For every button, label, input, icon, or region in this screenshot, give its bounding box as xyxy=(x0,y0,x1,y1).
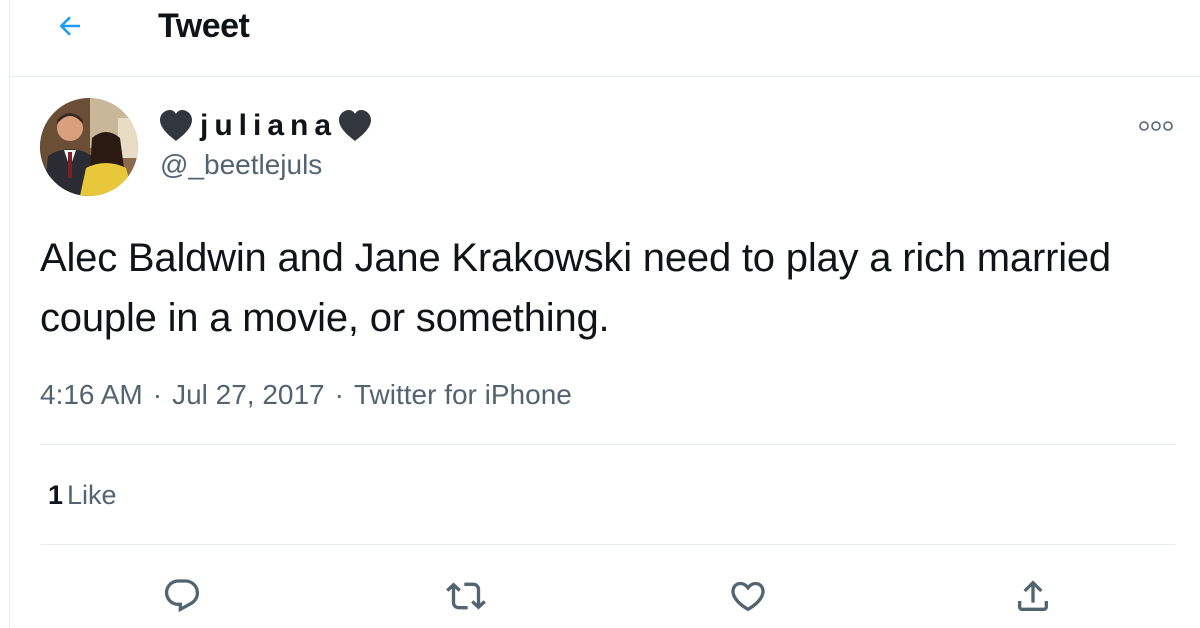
back-button[interactable] xyxy=(50,6,90,46)
likes-count: 1 xyxy=(48,480,64,510)
heart-outline-icon xyxy=(731,581,765,612)
avatar[interactable] xyxy=(40,98,138,196)
meta-separator: · xyxy=(334,379,344,410)
divider xyxy=(40,444,1176,445)
reply-icon xyxy=(164,579,200,613)
avatar-photo xyxy=(40,98,138,196)
tweet-source[interactable]: Twitter for iPhone xyxy=(354,379,572,410)
author-name-row[interactable]: juliana xyxy=(158,108,373,144)
tweet-time[interactable]: 4:16 AM xyxy=(40,379,143,410)
reply-button[interactable] xyxy=(158,572,206,620)
share-icon xyxy=(1018,580,1048,611)
tweet-date[interactable]: Jul 27, 2017 xyxy=(172,379,325,410)
retweet-button[interactable] xyxy=(442,572,490,620)
tweet-metadata: 4:16 AM · Jul 27, 2017 · Twitter for iPhone xyxy=(40,376,572,414)
more-options-button[interactable] xyxy=(1134,110,1178,142)
retweet-icon xyxy=(446,582,486,610)
page-border xyxy=(9,0,10,628)
page-title: Tweet xyxy=(158,7,250,45)
like-button[interactable] xyxy=(724,572,772,620)
black-heart-icon xyxy=(158,109,194,143)
share-button[interactable] xyxy=(1009,572,1057,620)
more-horizontal-icon xyxy=(1139,121,1173,131)
author-handle[interactable]: @_beetlejuls xyxy=(160,148,322,182)
tweet-text: Alec Baldwin and Jane Krakowski need to … xyxy=(40,236,1111,340)
author-display-name: juliana xyxy=(200,109,338,142)
divider xyxy=(40,544,1176,545)
page-header: Tweet xyxy=(10,0,1200,77)
likes-label: Like xyxy=(67,480,117,510)
meta-separator: · xyxy=(152,379,163,410)
likes-stat[interactable]: 1 Like xyxy=(48,476,117,514)
black-heart-icon xyxy=(337,109,373,143)
arrow-left-icon xyxy=(59,16,80,36)
